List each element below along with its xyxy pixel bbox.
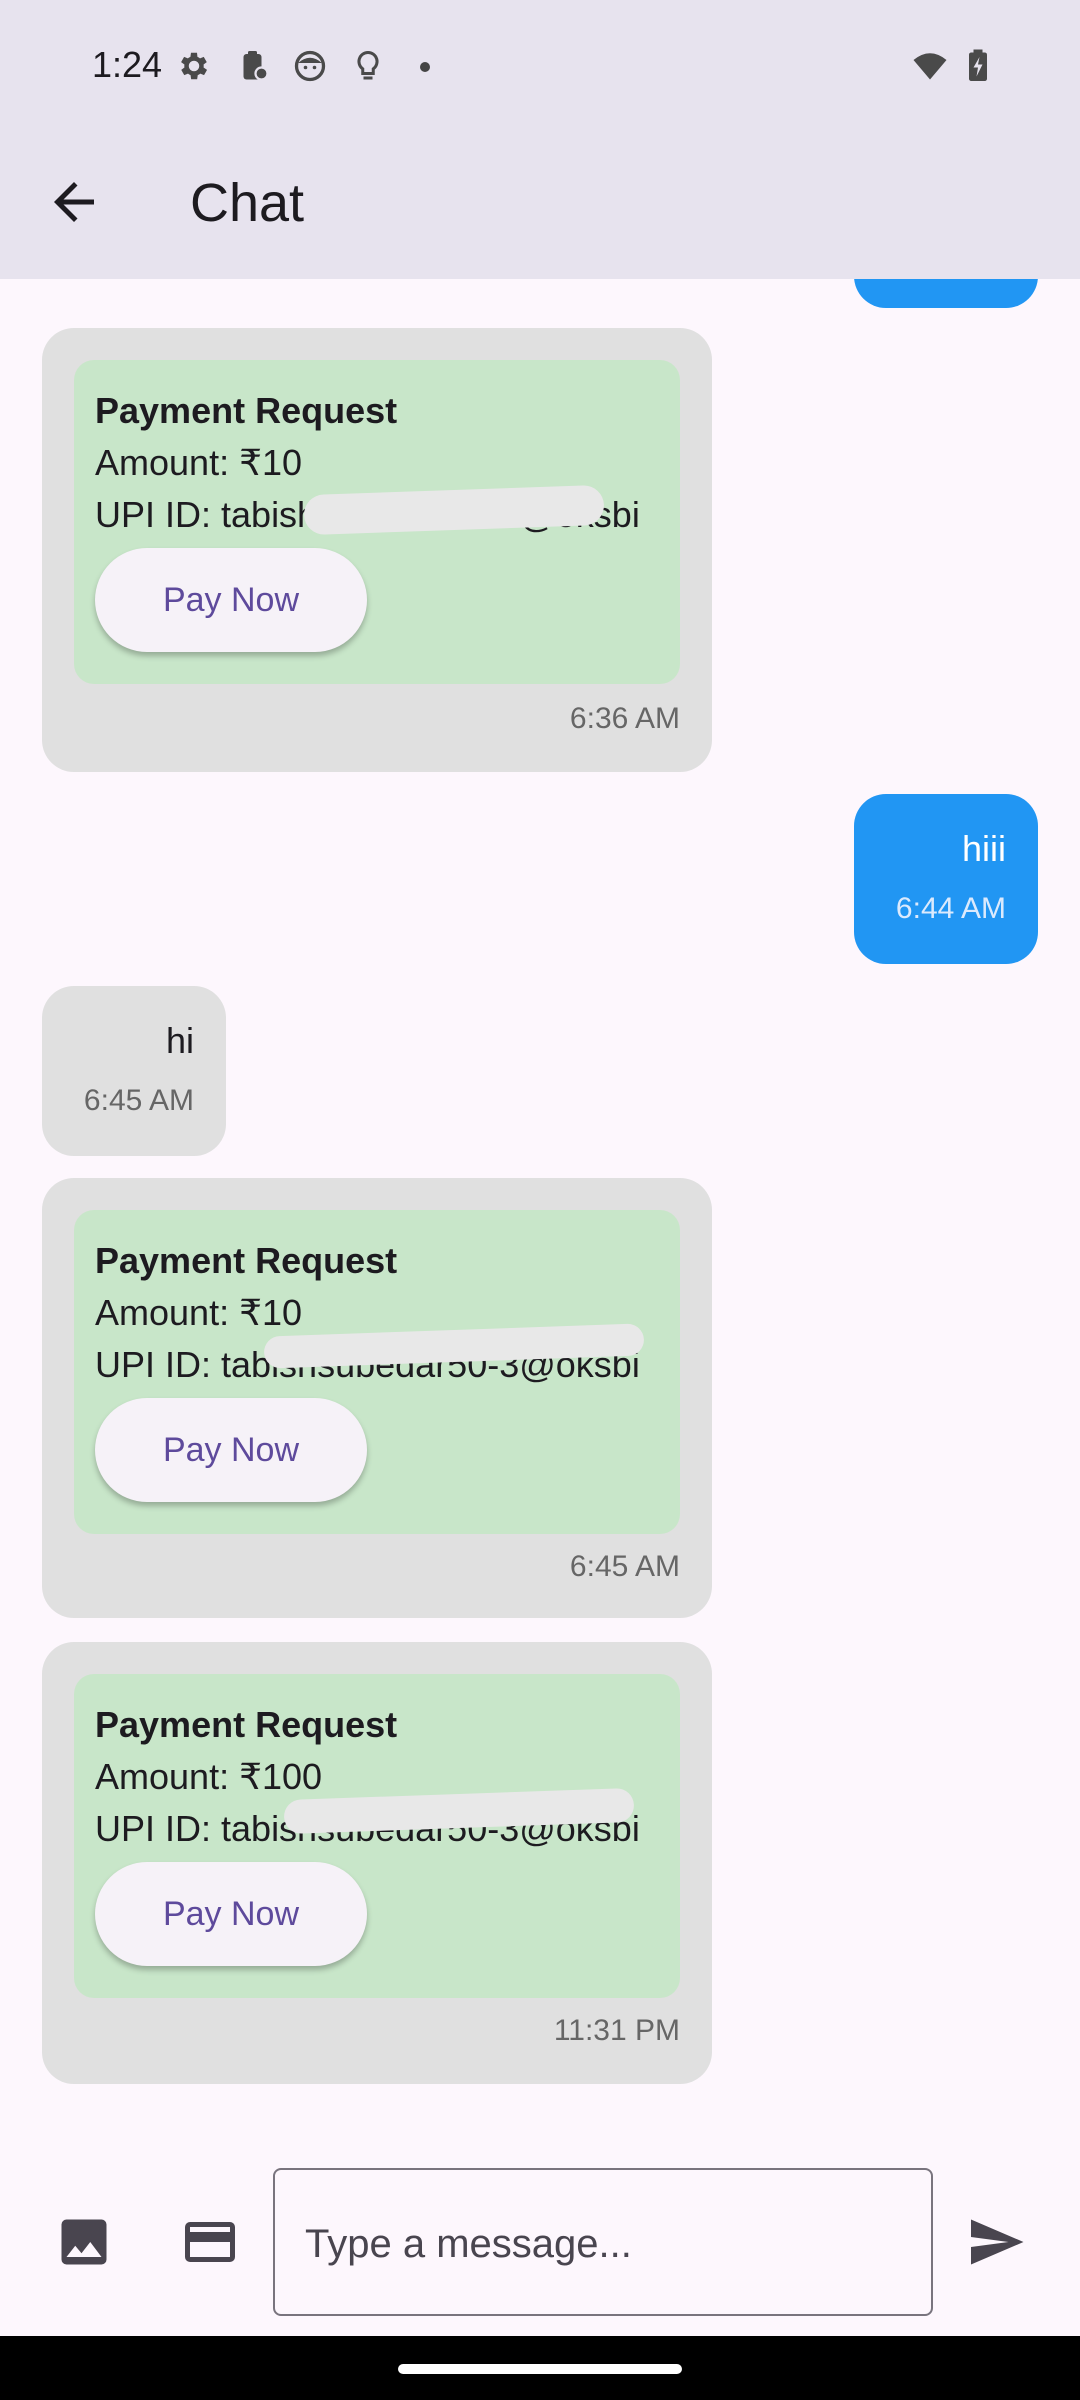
message-time: 6:45 AM bbox=[569, 1550, 680, 1583]
dot-icon bbox=[420, 62, 430, 72]
payment-title: Payment Request bbox=[95, 1704, 398, 1745]
face-icon bbox=[294, 50, 326, 82]
lightbulb-icon bbox=[357, 50, 379, 80]
top-bar: 1:24 Chat bbox=[0, 0, 1080, 279]
clipboard-icon bbox=[243, 51, 269, 81]
received-message-bubble: hi 6:45 AM bbox=[42, 986, 226, 1156]
page-title: Chat bbox=[190, 173, 305, 233]
message-input-bar: Type a message... bbox=[0, 2150, 1080, 2336]
payment-request-body: Payment Request Amount: ₹10 UPI ID: tabi… bbox=[74, 360, 680, 684]
payment-title: Payment Request bbox=[95, 1240, 398, 1281]
home-gesture-handle[interactable] bbox=[398, 2364, 682, 2374]
pay-now-button[interactable]: Pay Now bbox=[95, 548, 367, 652]
payment-request-card: Payment Request Amount: ₹10 UPI ID: tabi… bbox=[42, 1178, 712, 1618]
settings-icon bbox=[181, 52, 208, 80]
image-icon[interactable] bbox=[54, 2212, 114, 2272]
payment-request-body: Payment Request Amount: ₹10 UPI ID: tabi… bbox=[74, 1210, 680, 1534]
wifi-icon bbox=[913, 53, 947, 80]
payment-request-card: Payment Request Amount: ₹100 UPI ID: tab… bbox=[42, 1642, 712, 2084]
message-input-placeholder: Type a message... bbox=[305, 2222, 632, 2266]
arrow-back-icon[interactable] bbox=[44, 172, 104, 232]
payment-amount: Amount: ₹10 bbox=[95, 442, 303, 483]
message-time: 6:44 AM bbox=[895, 892, 1006, 925]
message-text: hi bbox=[165, 1020, 194, 1061]
status-time: 1:24 bbox=[92, 44, 163, 85]
payment-request-body: Payment Request Amount: ₹100 UPI ID: tab… bbox=[74, 1674, 680, 1998]
payment-amount: Amount: ₹10 bbox=[95, 1292, 303, 1333]
pay-now-button[interactable]: Pay Now bbox=[95, 1398, 367, 1502]
payment-request-card: Payment Request Amount: ₹10 UPI ID: tabi… bbox=[42, 328, 712, 772]
system-navigation-bar bbox=[0, 2336, 1080, 2400]
message-time: 6:36 AM bbox=[569, 702, 680, 735]
credit-card-icon[interactable] bbox=[180, 2212, 240, 2272]
battery-charging-icon bbox=[969, 49, 987, 81]
message-text: hiii bbox=[961, 828, 1006, 869]
message-time: 11:31 PM bbox=[553, 2014, 680, 2047]
message-input[interactable]: Type a message... bbox=[273, 2168, 933, 2316]
message-time: 6:45 AM bbox=[83, 1084, 194, 1117]
status-bar: 1:24 bbox=[0, 0, 1080, 134]
pay-now-button[interactable]: Pay Now bbox=[95, 1862, 367, 1966]
sent-message-bubble: hiii 6:44 AM bbox=[854, 794, 1038, 964]
payment-amount: Amount: ₹100 bbox=[95, 1756, 323, 1797]
payment-title: Payment Request bbox=[95, 390, 398, 431]
send-icon[interactable] bbox=[966, 2212, 1026, 2272]
